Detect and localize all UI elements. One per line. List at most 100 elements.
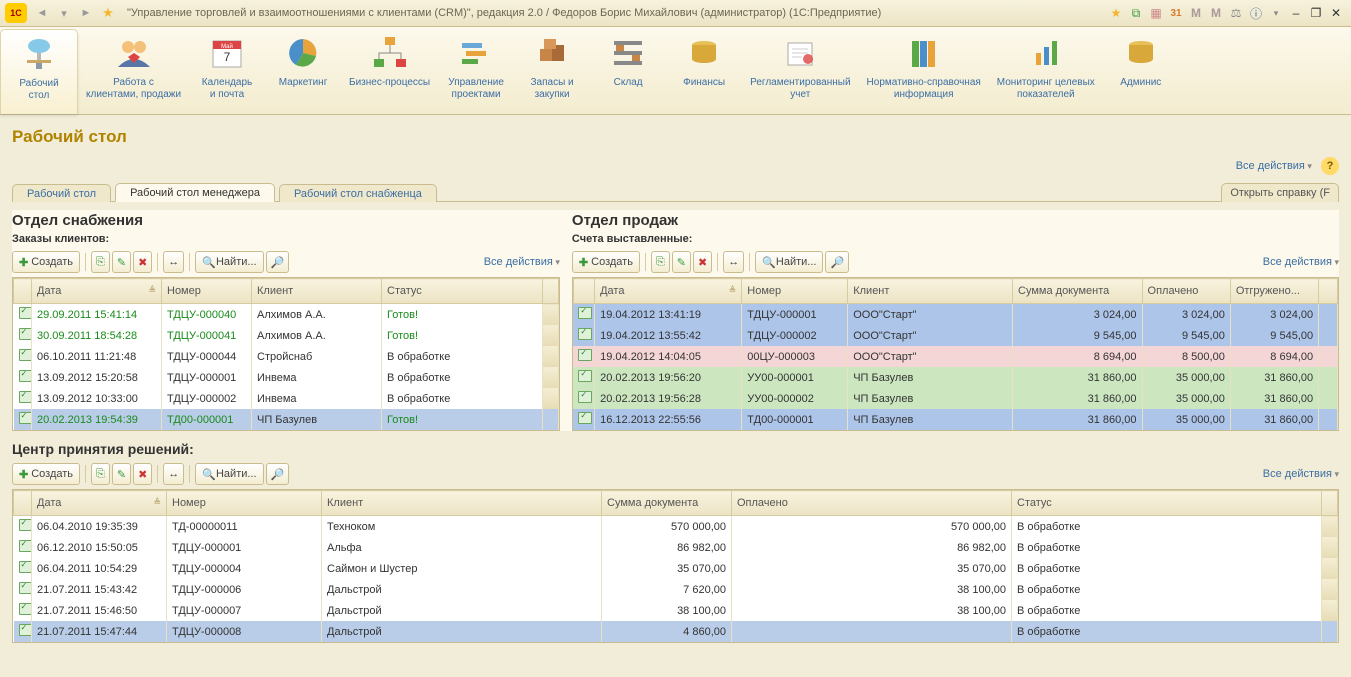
nav-calendar[interactable]: 7МайКалендарь и почта: [189, 31, 265, 114]
clear-find-button[interactable]: 🔎: [266, 251, 290, 273]
delete-button[interactable]: ✖: [693, 251, 712, 273]
copy-button[interactable]: ⎘: [91, 463, 110, 485]
refresh-button[interactable]: ↔: [163, 251, 184, 273]
window-title: "Управление торговлей и взаимоотношениям…: [127, 7, 881, 19]
sales-subtitle: Счета выставленные:: [572, 233, 1339, 245]
nav-projects[interactable]: Управление проектами: [438, 31, 514, 114]
clear-find-button[interactable]: 🔎: [266, 463, 290, 485]
minimize-icon[interactable]: –: [1287, 4, 1305, 22]
nav-stock[interactable]: Запасы и закупки: [514, 31, 590, 114]
center-all-actions[interactable]: Все действия: [1263, 468, 1339, 480]
tab-manager[interactable]: Рабочий стол менеджера: [115, 183, 275, 202]
sales-grid[interactable]: Дата≜ Номер Клиент Сумма документа Оплач…: [572, 277, 1339, 431]
table-row[interactable]: 13.09.2012 10:33:00ТДЦУ-000002ИнвемаВ об…: [14, 388, 559, 409]
help-icon[interactable]: ?: [1321, 157, 1339, 175]
fav-icon[interactable]: ★: [1107, 4, 1125, 22]
tab-desktop[interactable]: Рабочий стол: [12, 184, 111, 202]
delete-button[interactable]: ✖: [133, 463, 152, 485]
nav-bp[interactable]: Бизнес-процессы: [341, 31, 438, 114]
table-row[interactable]: 20.02.2013 19:56:20УУ00-000001ЧП Базулев…: [573, 367, 1337, 388]
create-button[interactable]: ✚Создать: [572, 251, 640, 273]
supply-grid[interactable]: Дата≜ Номер Клиент Статус 29.09.2011 15:…: [12, 277, 560, 431]
row-status-icon: [14, 579, 32, 600]
table-row[interactable]: 30.09.2011 18:54:28ТДЦУ-000041Алхимов А.…: [14, 325, 559, 346]
close-icon[interactable]: ✕: [1327, 4, 1345, 22]
calendar-icon[interactable]: 31: [1167, 4, 1185, 22]
m-icon[interactable]: M: [1187, 4, 1205, 22]
row-status-icon: [573, 346, 594, 367]
col-num: Номер: [162, 279, 252, 304]
nav-fwd-icon[interactable]: ►: [75, 3, 97, 23]
col-status: Статус: [382, 279, 543, 304]
edit-button[interactable]: ✎: [112, 251, 131, 273]
table-row[interactable]: 19.04.2012 14:04:0500ЦУ-000003ООО"Старт"…: [573, 346, 1337, 367]
table-row[interactable]: 19.04.2012 13:41:19ТДЦУ-000001ООО"Старт"…: [573, 304, 1337, 326]
nav-marketing[interactable]: Маркетинг: [265, 31, 341, 114]
supply-all-actions[interactable]: Все действия: [484, 256, 560, 268]
monitoring-icon: [1024, 31, 1068, 75]
col-ship: Отгружено...: [1230, 279, 1318, 304]
nav-monitoring[interactable]: Мониторинг целевых показателей: [989, 31, 1103, 114]
admin-icon: [1119, 31, 1163, 75]
clients-icon: [112, 31, 156, 75]
col-sum: Сумма документа: [1013, 279, 1143, 304]
delete-button[interactable]: ✖: [133, 251, 152, 273]
nav-accounting[interactable]: Регламентированный учет: [742, 31, 858, 114]
nav-dropdown-icon[interactable]: ▾: [53, 3, 75, 23]
row-status-icon: [573, 388, 594, 409]
nav-desktop[interactable]: Рабочий стол: [0, 29, 78, 114]
scrollbar[interactable]: [1319, 279, 1338, 304]
sales-all-actions[interactable]: Все действия: [1263, 256, 1339, 268]
refresh-button[interactable]: ↔: [723, 251, 744, 273]
table-row[interactable]: 06.12.2010 15:50:05ТДЦУ-000001Альфа86 98…: [14, 537, 1338, 558]
open-help-btn[interactable]: Открыть справку (F: [1221, 183, 1339, 202]
favorite-star-icon[interactable]: ★: [97, 3, 119, 23]
calc-icon[interactable]: ▦: [1147, 4, 1165, 22]
find-button[interactable]: 🔍 Найти...: [195, 463, 263, 485]
nav-reference[interactable]: Нормативно-справочная информация: [859, 31, 989, 114]
col-client: Клиент: [252, 279, 382, 304]
table-row[interactable]: 20.02.2013 19:56:28УУ00-000002ЧП Базулев…: [573, 388, 1337, 409]
table-row[interactable]: 21.07.2011 15:43:42ТДЦУ-000006Дальстрой7…: [14, 579, 1338, 600]
col-date: Дата≜: [32, 279, 162, 304]
app-logo-icon: 1C: [5, 3, 27, 23]
find-button[interactable]: 🔍 Найти...: [755, 251, 823, 273]
history-icon[interactable]: ⧉: [1127, 4, 1145, 22]
nav-finance[interactable]: Финансы: [666, 31, 742, 114]
edit-button[interactable]: ✎: [112, 463, 131, 485]
find-button[interactable]: 🔍 Найти...: [195, 251, 263, 273]
table-row[interactable]: 16.12.2013 22:55:56ТД00-000001ЧП Базулев…: [573, 409, 1337, 430]
table-row[interactable]: 13.09.2012 15:20:58ТДЦУ-000001ИнвемаВ об…: [14, 367, 559, 388]
nav-warehouse[interactable]: Склад: [590, 31, 666, 114]
info-drop-icon[interactable]: ▾: [1267, 4, 1285, 22]
create-button[interactable]: ✚Создать: [12, 251, 80, 273]
table-row[interactable]: 19.04.2012 13:55:42ТДЦУ-000002ООО"Старт"…: [573, 325, 1337, 346]
maximize-icon[interactable]: ❐: [1307, 4, 1325, 22]
copy-button[interactable]: ⎘: [651, 251, 670, 273]
table-row[interactable]: 29.09.2011 15:41:14ТДЦУ-000040Алхимов А.…: [14, 304, 559, 326]
table-row[interactable]: 21.07.2011 15:46:50ТДЦУ-000007Дальстрой3…: [14, 600, 1338, 621]
create-button[interactable]: ✚Создать: [12, 463, 80, 485]
scale-icon[interactable]: ⚖: [1227, 4, 1245, 22]
row-status-icon: [14, 621, 32, 642]
tab-supplier[interactable]: Рабочий стол снабженца: [279, 184, 437, 202]
copy-button[interactable]: ⎘: [91, 251, 110, 273]
nav-admin[interactable]: Админис: [1103, 31, 1179, 114]
row-status-icon: [14, 388, 32, 409]
scrollbar[interactable]: [542, 279, 558, 304]
refresh-button[interactable]: ↔: [163, 463, 184, 485]
table-row[interactable]: 20.02.2013 19:54:39ТД00-000001ЧП Базулев…: [14, 409, 559, 430]
nav-clients[interactable]: Работа с клиентами, продажи: [78, 31, 189, 114]
clear-find-button[interactable]: 🔎: [825, 251, 849, 273]
table-row[interactable]: 21.07.2011 15:47:44ТДЦУ-000008Дальстрой4…: [14, 621, 1338, 642]
m2-icon[interactable]: M: [1207, 4, 1225, 22]
table-row[interactable]: 06.04.2010 19:35:39ТД-00000011Техноком57…: [14, 516, 1338, 538]
table-row[interactable]: 06.04.2011 10:54:29ТДЦУ-000004Саймон и Ш…: [14, 558, 1338, 579]
edit-button[interactable]: ✎: [672, 251, 691, 273]
nav-back-icon[interactable]: ◄: [31, 3, 53, 23]
all-actions-top[interactable]: Все действия: [1236, 160, 1312, 172]
center-grid[interactable]: Дата≜ Номер Клиент Сумма документа Оплач…: [12, 489, 1339, 643]
table-row[interactable]: 06.10.2011 11:21:48ТДЦУ-000044СтройснабВ…: [14, 346, 559, 367]
info-icon[interactable]: ⓘ: [1247, 4, 1265, 22]
scrollbar[interactable]: [1322, 491, 1338, 516]
